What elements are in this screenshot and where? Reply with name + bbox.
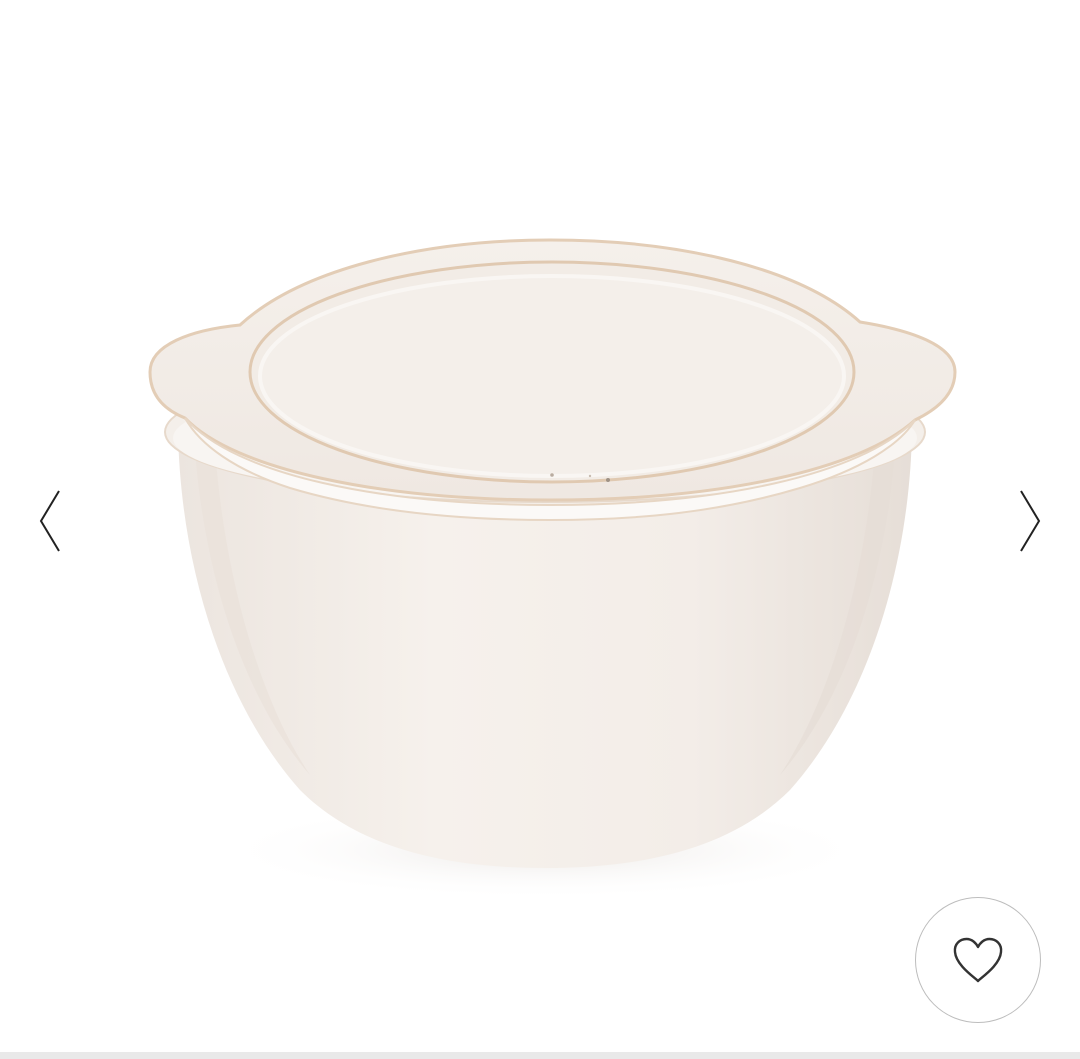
chevron-right-icon xyxy=(1020,490,1041,552)
chevron-left-icon xyxy=(39,490,60,552)
product-photo xyxy=(148,238,957,900)
next-image-button[interactable] xyxy=(1010,488,1050,554)
heart-outline-icon xyxy=(953,937,1003,983)
favorite-button[interactable] xyxy=(915,897,1041,1023)
bottom-divider xyxy=(0,1052,1080,1059)
prev-image-button[interactable] xyxy=(30,488,70,554)
product-gallery xyxy=(0,0,1080,1059)
